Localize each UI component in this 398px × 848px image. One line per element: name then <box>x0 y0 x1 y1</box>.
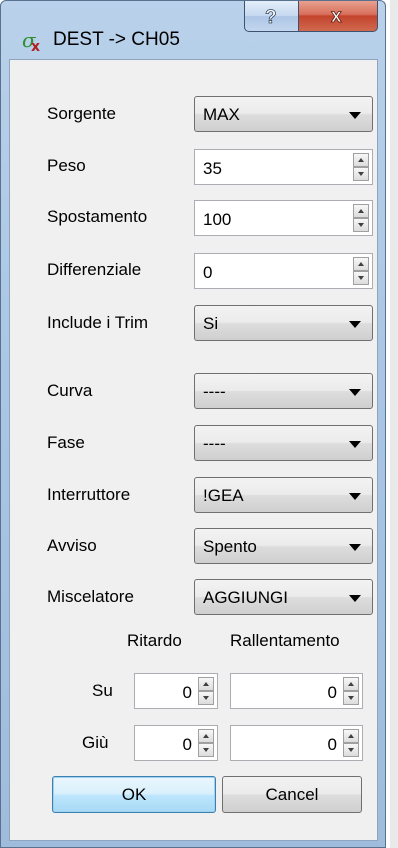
curva-select[interactable]: ---- <box>194 373 373 409</box>
spin-down-icon[interactable] <box>353 271 369 285</box>
help-icon: ? <box>264 7 277 27</box>
curva-label: Curva <box>47 381 93 400</box>
ok-button-label: OK <box>121 784 147 804</box>
curva-value: ---- <box>203 382 226 401</box>
su-ritardo-value: 0 <box>182 683 192 702</box>
chevron-down-icon <box>349 389 361 396</box>
avviso-value: Spento <box>203 537 257 556</box>
svg-text:x: x <box>31 39 40 53</box>
close-icon: x <box>331 6 343 27</box>
su-label: Su <box>92 681 113 700</box>
spin-down-icon[interactable] <box>343 691 359 705</box>
chevron-down-icon <box>349 112 361 119</box>
differenziale-spinbox[interactable]: 0 <box>194 253 373 289</box>
title-bar[interactable]: σ x DEST -> CH05 ? x <box>1 1 385 59</box>
avviso-label: Avviso <box>47 536 97 555</box>
dialog-window: σ x DEST -> CH05 ? x Sorgente MAX Peso 3… <box>0 0 386 848</box>
spin-down-icon[interactable] <box>353 218 369 232</box>
differenziale-value: 0 <box>203 263 213 282</box>
peso-value: 35 <box>203 159 222 178</box>
include-trim-select[interactable]: Si <box>194 305 373 341</box>
spin-up-icon[interactable] <box>353 257 369 271</box>
su-rallentamento-spinbox[interactable]: 0 <box>230 673 363 709</box>
chevron-down-icon <box>349 493 361 500</box>
miscelatore-select[interactable]: AGGIUNGI <box>194 579 373 615</box>
app-sigma-x-icon: σ x <box>22 28 40 53</box>
miscelatore-value: AGGIUNGI <box>203 588 289 607</box>
svg-text:?: ? <box>265 7 277 27</box>
ok-button[interactable]: OK <box>52 776 216 813</box>
fase-select[interactable]: ---- <box>194 425 373 461</box>
miscelatore-label: Miscelatore <box>47 587 134 606</box>
spostamento-spinbox[interactable]: 100 <box>194 200 373 236</box>
differenziale-label: Differenziale <box>47 260 142 279</box>
fase-label: Fase <box>47 433 85 452</box>
ritardo-header: Ritardo <box>127 631 182 650</box>
spin-up-icon[interactable] <box>198 677 214 691</box>
spin-down-icon[interactable] <box>198 743 214 757</box>
spin-down-icon[interactable] <box>198 691 214 705</box>
giu-rallentamento-value: 0 <box>327 735 337 754</box>
spostamento-label: Spostamento <box>47 207 148 226</box>
avviso-select[interactable]: Spento <box>194 528 373 564</box>
spin-down-icon[interactable] <box>353 167 369 181</box>
close-button[interactable]: x <box>298 1 378 32</box>
spin-up-icon[interactable] <box>343 677 359 691</box>
peso-spinbox[interactable]: 35 <box>194 149 373 185</box>
spostamento-value: 100 <box>203 210 232 229</box>
help-button[interactable]: ? <box>244 1 299 32</box>
interruttore-label: Interruttore <box>47 485 131 504</box>
spin-up-icon[interactable] <box>353 204 369 218</box>
cancel-button[interactable]: Cancel <box>222 776 362 813</box>
rallentamento-header: Rallentamento <box>230 631 340 650</box>
svg-text:x: x <box>331 6 342 27</box>
su-rallentamento-value: 0 <box>327 683 337 702</box>
giu-rallentamento-spinbox[interactable]: 0 <box>230 725 363 761</box>
giu-ritardo-spinbox[interactable]: 0 <box>134 725 218 761</box>
sorgente-value: MAX <box>203 105 240 124</box>
spin-down-icon[interactable] <box>343 743 359 757</box>
sorgente-select[interactable]: MAX <box>194 96 373 132</box>
interruttore-value: !GEA <box>203 486 244 505</box>
fase-value: ---- <box>203 434 226 453</box>
sorgente-label: Sorgente <box>47 104 116 123</box>
background-strip <box>390 0 398 848</box>
spin-up-icon[interactable] <box>198 729 214 743</box>
spin-up-icon[interactable] <box>353 153 369 167</box>
cancel-button-label: Cancel <box>265 784 319 804</box>
chevron-down-icon <box>349 321 361 328</box>
include-trim-label: Include i Trim <box>47 313 149 332</box>
giu-ritardo-value: 0 <box>182 735 192 754</box>
chevron-down-icon <box>349 595 361 602</box>
peso-label: Peso <box>47 156 86 175</box>
chevron-down-icon <box>349 441 361 448</box>
chevron-down-icon <box>349 544 361 551</box>
spin-up-icon[interactable] <box>343 729 359 743</box>
giu-label: Giù <box>82 733 109 752</box>
dialog-body: Sorgente MAX Peso 35 Spostamento 100 Dif… <box>9 59 378 841</box>
window-title: DEST -> CH05 <box>53 29 180 50</box>
su-ritardo-spinbox[interactable]: 0 <box>134 673 218 709</box>
interruttore-select[interactable]: !GEA <box>194 477 373 513</box>
include-trim-value: Si <box>203 314 219 333</box>
